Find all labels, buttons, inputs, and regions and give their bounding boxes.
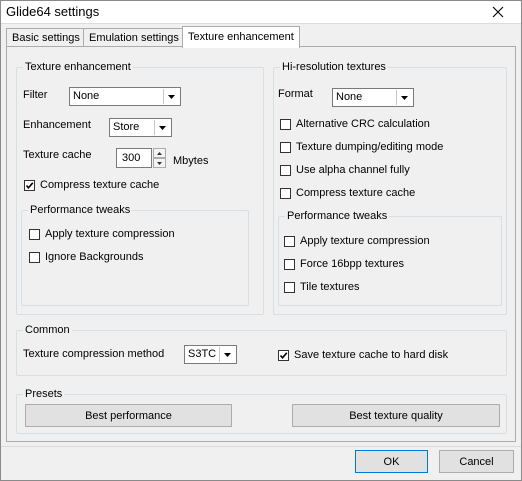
group-legend: Hi-resolution textures [280,60,388,74]
save-cache-to-disk-checkbox[interactable]: Save texture cache to hard disk [278,349,448,361]
compress-texture-cache-checkbox[interactable]: Compress texture cache [24,179,159,191]
chevron-up-icon [157,151,162,155]
group-legend: Common [23,323,72,337]
tab-emulation-settings[interactable]: Emulation settings [83,28,185,47]
checkbox-box[interactable] [284,235,295,247]
tab-label: Emulation settings [89,32,179,44]
spin-down-button[interactable] [153,158,166,168]
button-label: Cancel [459,455,494,468]
checkmark-icon [279,351,288,359]
checkbox-label: Tile textures [300,281,360,293]
chevron-down-icon [219,347,235,362]
format-select[interactable]: None [332,88,414,107]
settings-window: Glide64 settings Basic settings Emulatio… [0,0,522,481]
checkbox-label: Compress texture cache [296,187,416,199]
checkbox-label: Apply texture compression [45,228,175,240]
checkbox-box[interactable] [280,118,291,130]
texture-cache-value: 300 [122,152,141,164]
force-16bpp-checkbox[interactable]: Force 16bpp textures [284,258,404,270]
close-icon [492,6,504,18]
filter-label: Filter [23,89,48,101]
checkbox-label: Ignore Backgrounds [45,251,144,263]
checkbox-box[interactable] [278,349,289,361]
checkmark-icon [25,181,34,189]
chevron-down-icon [154,120,170,135]
tile-textures-checkbox[interactable]: Tile textures [284,281,360,293]
common-group: Common Texture compression method S3TC S… [16,323,507,376]
apply-texture-compression-checkbox[interactable]: Apply texture compression [29,228,175,240]
enhancement-value: Store [113,121,140,133]
compression-method-select[interactable]: S3TC [184,345,237,364]
texture-dumping-checkbox[interactable]: Texture dumping/editing mode [280,141,443,153]
button-label: Best performance [85,409,172,422]
checkbox-box[interactable] [280,187,291,199]
format-value: None [336,91,363,103]
group-legend: Performance tweaks [285,209,390,223]
checkbox-box[interactable] [280,141,291,153]
button-label: OK [383,455,400,468]
mbytes-label: Mbytes [173,155,209,167]
hires-textures-group: Hi-resolution textures Format None Alter… [273,60,507,315]
cancel-button[interactable]: Cancel [439,450,514,473]
chevron-down-icon [157,161,162,165]
checkbox-label: Force 16bpp textures [300,258,404,270]
hires-compress-cache-checkbox[interactable]: Compress texture cache [280,187,415,199]
texture-cache-input[interactable]: 300 [116,148,152,168]
ignore-backgrounds-checkbox[interactable]: Ignore Backgrounds [29,251,143,263]
close-button[interactable] [475,1,521,23]
footer-separator [1,446,521,447]
performance-tweaks-left-group: Performance tweaks Apply texture compres… [21,203,249,306]
checkbox-box[interactable] [29,251,40,263]
texture-cache-label: Texture cache [23,149,92,161]
filter-value: None [73,90,100,102]
window-title: Glide64 settings [6,4,100,19]
compression-method-label: Texture compression method [23,348,165,360]
tab-label: Texture enhancement [188,31,294,43]
button-label: Best texture quality [349,409,443,422]
best-texture-quality-button[interactable]: Best texture quality [292,404,500,427]
best-performance-button[interactable]: Best performance [25,404,232,427]
checkbox-box[interactable] [24,179,35,191]
checkbox-label: Use alpha channel fully [296,164,410,176]
checkbox-box[interactable] [280,164,291,176]
texture-enhancement-group: Texture enhancement Filter None Enhancem… [16,60,264,315]
compression-method-value: S3TC [188,348,217,360]
tab-basic-settings[interactable]: Basic settings [6,28,86,47]
use-alpha-channel-checkbox[interactable]: Use alpha channel fully [280,164,410,176]
enhancement-label: Enhancement [23,119,91,131]
checkbox-label: Alternative CRC calculation [296,118,430,130]
format-label: Format [278,88,313,100]
enhancement-select[interactable]: Store [109,118,172,137]
checkbox-label: Apply texture compression [300,235,430,247]
chevron-down-icon [396,90,412,105]
checkbox-label: Save texture cache to hard disk [294,349,449,361]
spin-up-button[interactable] [153,148,166,158]
alternative-crc-checkbox[interactable]: Alternative CRC calculation [280,118,430,130]
tab-texture-enhancement[interactable]: Texture enhancement [182,26,300,48]
tab-label: Basic settings [12,32,80,44]
checkbox-label: Compress texture cache [40,179,160,191]
checkbox-box[interactable] [284,258,295,270]
checkbox-box[interactable] [284,281,295,293]
ok-button[interactable]: OK [355,450,428,473]
title-bar[interactable]: Glide64 settings [1,1,521,24]
chevron-down-icon [163,89,179,104]
filter-select[interactable]: None [69,87,181,106]
group-legend: Performance tweaks [28,203,133,217]
group-legend: Texture enhancement [23,60,133,74]
performance-tweaks-right-group: Performance tweaks Apply texture compres… [278,209,502,306]
presets-group: Presets Best performance Best texture qu… [16,387,507,434]
texture-cache-spinner[interactable] [153,148,166,168]
tab-page-texture-enhancement: Texture enhancement Filter None Enhancem… [6,46,516,442]
checkbox-box[interactable] [29,228,40,240]
checkbox-label: Texture dumping/editing mode [296,141,444,153]
group-legend: Presets [23,387,65,401]
hires-apply-compression-checkbox[interactable]: Apply texture compression [284,235,430,247]
